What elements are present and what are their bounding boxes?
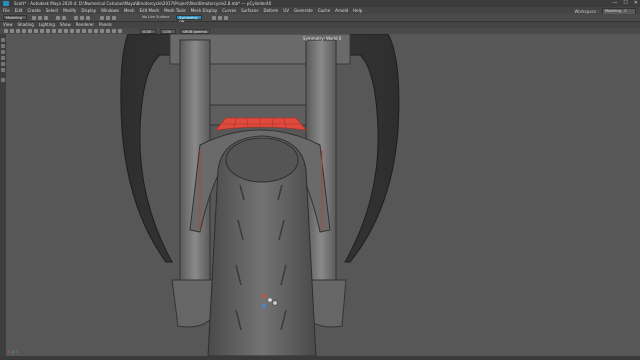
wireframe-icon[interactable] [16,29,20,33]
lasso-tool-icon[interactable] [1,44,5,48]
render-icon[interactable] [212,16,216,20]
menu-generate[interactable]: Generate [294,7,313,14]
status-line: Modeling No Live Surface Symmetry: Off [0,14,640,24]
new-scene-icon[interactable] [32,16,36,20]
rotate-tool-icon[interactable] [1,62,5,66]
maximize-button[interactable]: ☐ [623,0,627,7]
axis-z-label: z [15,349,18,354]
save-scene-icon[interactable] [44,16,48,20]
snap-point-icon[interactable] [112,16,116,20]
tire-top [225,137,299,183]
select-hierarchy-icon[interactable] [74,16,78,20]
bottom-bar [0,356,640,360]
resolution-gate-icon[interactable] [64,29,68,33]
image-plane-icon[interactable] [82,29,86,33]
viewport-scene [120,34,400,356]
safe-action-icon[interactable] [70,29,74,33]
grid-icon[interactable] [10,29,14,33]
menu-curves[interactable]: Curves [222,7,236,14]
menu-surfaces[interactable]: Surfaces [241,7,258,14]
dof-icon[interactable] [112,29,116,33]
menu-uv[interactable]: UV [283,7,289,14]
axis-x-label: x [8,349,11,354]
snap-curve-icon[interactable] [106,16,110,20]
axis-gizmo: x y z [8,349,17,354]
menu-cache[interactable]: Cache [318,7,330,14]
menu-file[interactable]: File [3,7,10,14]
ambient-occlusion-icon[interactable] [94,29,98,33]
film-gate-icon[interactable] [76,29,80,33]
undo-icon[interactable] [56,16,60,20]
scale-tool-icon[interactable] [1,68,5,72]
ipr-render-icon[interactable] [218,16,222,20]
menu-edit-mesh[interactable]: Edit Mesh [140,7,160,14]
render-settings-icon[interactable] [224,16,228,20]
maya-logo-icon [3,1,9,6]
menu-mesh[interactable]: Mesh [124,7,135,14]
menu-select[interactable]: Select [46,7,58,14]
shadows-icon[interactable] [40,29,44,33]
symmetry-dropdown[interactable]: Symmetry: Off [176,15,202,24]
smooth-shade-icon[interactable] [22,29,26,33]
menu-arnold[interactable]: Arnold [335,7,348,14]
minimize-button[interactable]: — [612,0,617,7]
main-menu-bar: File Edit Create Select Modify Display W… [0,7,640,15]
select-component-icon[interactable] [86,16,90,20]
bookmarks-icon[interactable] [88,29,92,33]
menuset-dropdown[interactable]: Modeling [3,15,27,20]
motion-blur-icon[interactable] [100,29,104,33]
isolate-icon[interactable] [52,29,56,33]
select-object-icon[interactable] [80,16,84,20]
open-scene-icon[interactable] [38,16,42,20]
quad-view-icon[interactable] [118,29,122,33]
textured-icon[interactable] [28,29,32,33]
anti-aliasing-icon[interactable] [106,29,110,33]
select-tool-icon[interactable] [1,38,5,42]
menu-modify[interactable]: Modify [63,7,76,14]
menu-windows[interactable]: Windows [101,7,119,14]
window-title-bar: Scott* - Autodesk Maya 2020.4: D:\Numeri… [0,0,640,7]
manipulator-icon[interactable] [1,78,5,82]
menu-edit[interactable]: Edit [15,7,23,14]
menu-create[interactable]: Create [27,7,40,14]
viewport-symmetry-label: Symmetry: World X [303,36,342,41]
close-button[interactable]: ✕ [634,0,638,7]
lighting-icon[interactable] [34,29,38,33]
axis-y-label: y [11,349,15,354]
camera-icon[interactable] [4,29,8,33]
menu-mesh-display[interactable]: Mesh Display [191,7,218,14]
live-surface-label[interactable]: No Live Surface [142,15,169,19]
menu-deform[interactable]: Deform [263,7,278,14]
redo-icon[interactable] [62,16,66,20]
menu-help[interactable]: Help [353,7,362,14]
move-tool-icon[interactable] [1,56,5,60]
snap-grid-icon[interactable] [100,16,104,20]
3d-viewport[interactable]: Symmetry: World X x y z [6,34,640,356]
hud-icon[interactable] [58,29,62,33]
xray-icon[interactable] [46,29,50,33]
window-title: Scott* - Autodesk Maya 2020.4: D:\Numeri… [14,1,272,6]
menu-mesh-tools[interactable]: Mesh Tools [164,7,186,14]
left-fork-bottom [171,279,213,328]
menu-display[interactable]: Display [81,7,96,14]
paint-select-icon[interactable] [1,50,5,54]
